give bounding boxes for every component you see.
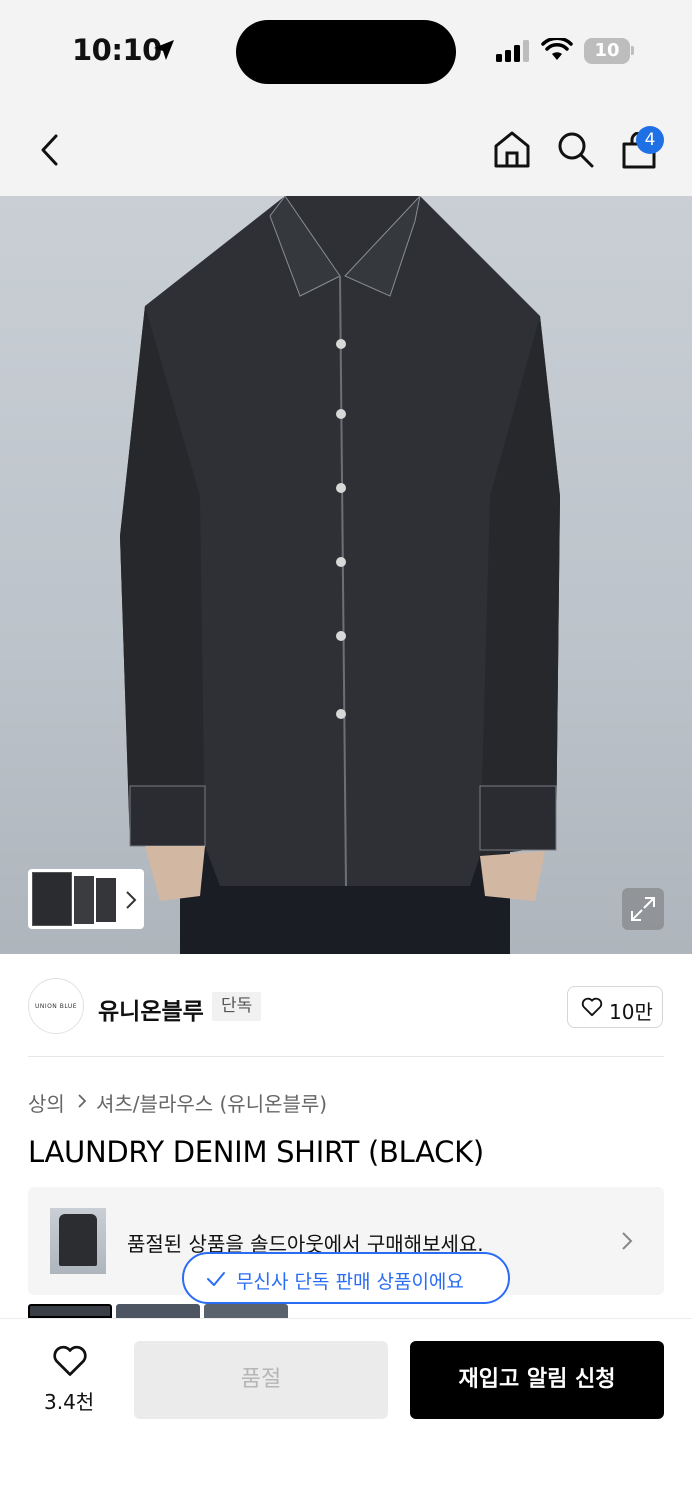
heart-icon (581, 997, 603, 1017)
chevron-right-icon[interactable] (124, 890, 138, 910)
color-option-thumbnail[interactable] (204, 1304, 288, 1318)
search-icon[interactable] (556, 130, 596, 170)
home-icon[interactable] (492, 129, 532, 169)
breadcrumb-separator-icon (78, 1094, 87, 1108)
color-option-thumbnail[interactable] (116, 1304, 200, 1318)
chevron-right-icon (622, 1232, 633, 1250)
cart-count-badge: 4 (636, 126, 664, 154)
wifi-icon (541, 38, 573, 60)
restock-alert-button[interactable]: 재입고 알림 신청 (410, 1341, 664, 1419)
exclusive-badge: 단독 (212, 992, 262, 1021)
color-option-thumbnail[interactable] (28, 1304, 112, 1318)
cellular-signal-icon (496, 40, 529, 62)
product-title: LAUNDRY DENIM SHIRT (BLACK) (28, 1135, 484, 1169)
brand-name[interactable]: 유니온블루 (98, 992, 204, 1026)
expand-image-button[interactable] (622, 888, 664, 930)
product-image[interactable] (0, 196, 692, 954)
dynamic-island (236, 20, 456, 84)
exclusive-toast-text: 무신사 단독 판매 상품이에요 (236, 1271, 464, 1293)
battery-tip (631, 46, 634, 55)
shirt-illustration (120, 196, 560, 954)
gallery-thumbnail[interactable] (74, 876, 94, 924)
breadcrumb-category[interactable]: 상의 (28, 1088, 65, 1117)
location-arrow-icon (154, 40, 174, 60)
soldout-thumbnail-shirt (59, 1214, 97, 1266)
divider (28, 1056, 664, 1057)
exclusive-toast: 무신사 단독 판매 상품이에요 (182, 1252, 510, 1304)
heart-icon[interactable] (52, 1344, 88, 1378)
check-icon (207, 1272, 225, 1286)
expand-icon (631, 897, 655, 921)
brand-like-count: 10만 (609, 1000, 653, 1024)
back-icon[interactable] (36, 132, 64, 168)
brand-logo[interactable]: UNION BLUE (28, 978, 84, 1034)
battery-indicator: 10 (584, 38, 630, 64)
brand-like-button[interactable]: 10만 (567, 986, 663, 1028)
breadcrumb-subcategory[interactable]: 셔츠/블라우스 (유니온블루) (96, 1088, 327, 1117)
status-time: 10:10 (72, 33, 162, 67)
gallery-thumbnail[interactable] (96, 878, 116, 922)
gallery-thumbnail[interactable] (32, 872, 72, 926)
wish-count: 3.4천 (44, 1390, 95, 1414)
soldout-button: 품절 (134, 1341, 388, 1419)
